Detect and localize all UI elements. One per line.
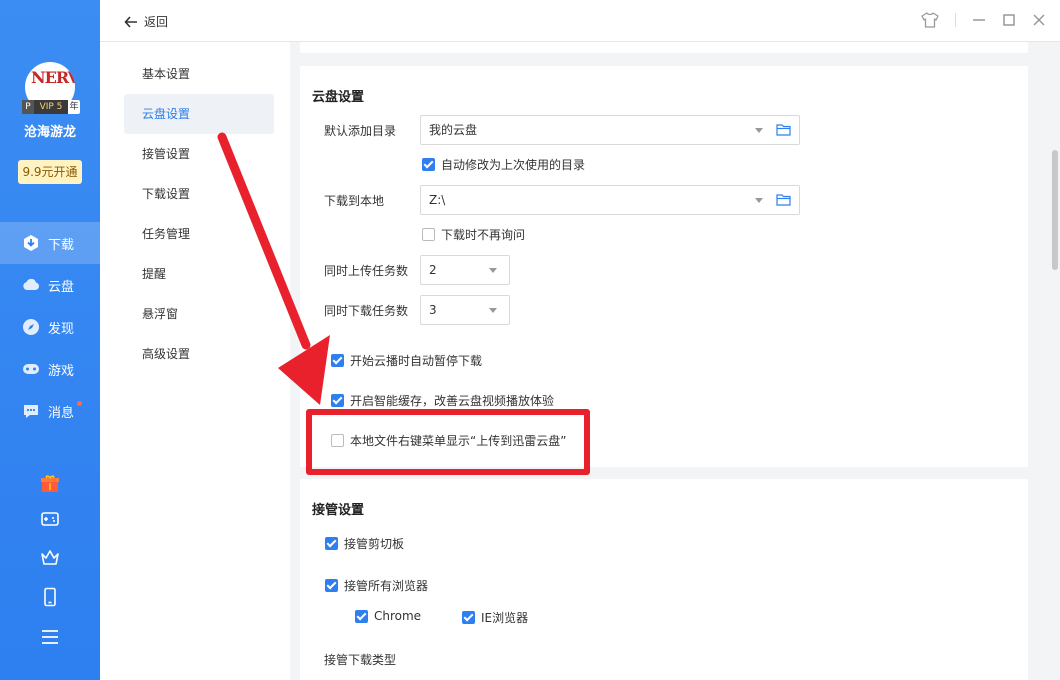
arrow-left-icon	[124, 15, 137, 28]
cloud-section-title: 云盘设置	[312, 90, 365, 105]
download-count-label: 同时下载任务数	[324, 304, 409, 318]
subnav-basic[interactable]: 基本设置	[124, 54, 274, 94]
vip-badge: P VIP 5 年	[22, 100, 80, 114]
minimize-icon[interactable]	[972, 13, 986, 27]
download-icon	[22, 234, 40, 252]
subnav-floating[interactable]: 悬浮窗	[124, 294, 274, 334]
game-controller-icon[interactable]	[40, 509, 60, 529]
smart-cache-checkbox[interactable]: 开启智能缓存，改善云盘视频播放体验	[331, 392, 554, 409]
nav-games[interactable]: 游戏	[0, 348, 100, 390]
previous-card	[300, 42, 1028, 53]
nav-cloud[interactable]: 云盘	[0, 264, 100, 306]
crown-icon[interactable]	[40, 548, 60, 568]
auto-modify-checkbox[interactable]: 自动修改为上次使用的目录	[422, 156, 585, 173]
maximize-icon[interactable]	[1002, 13, 1016, 27]
top-bar: 返回	[100, 0, 1060, 42]
nav-download[interactable]: 下载	[0, 222, 100, 264]
checkbox-checked-icon	[331, 354, 344, 367]
takeover-settings-card: 接管设置 接管剪切板 接管所有浏览器 Chrome IE浏览器 接管下载类型	[300, 479, 1028, 680]
folder-icon[interactable]	[776, 123, 791, 136]
gift-icon[interactable]	[40, 474, 60, 494]
username: 沧海游龙	[23, 125, 76, 140]
chevron-down-icon	[489, 268, 497, 273]
phone-icon[interactable]	[40, 587, 60, 607]
subnav-advanced[interactable]: 高级设置	[124, 334, 274, 374]
cloud-icon	[22, 276, 40, 294]
checkbox-checked-icon	[331, 394, 344, 407]
close-icon[interactable]	[1032, 13, 1046, 27]
unread-dot	[77, 401, 82, 406]
download-types-label: 接管下载类型	[324, 653, 397, 667]
nav-messages[interactable]: 消息	[0, 390, 100, 432]
checkbox-checked-icon	[422, 158, 435, 171]
no-ask-checkbox[interactable]: 下载时不再询问	[422, 226, 525, 243]
clipboard-checkbox[interactable]: 接管剪切板	[325, 535, 404, 552]
checkbox-checked-icon	[325, 579, 338, 592]
menu-icon[interactable]	[40, 627, 60, 647]
all-browsers-checkbox[interactable]: 接管所有浏览器	[325, 577, 428, 594]
gamepad-icon	[22, 360, 40, 378]
checkbox-checked-icon	[355, 609, 368, 623]
default-dir-label: 默认添加目录	[324, 124, 397, 138]
window-controls	[921, 12, 1046, 28]
local-dir-label: 下载到本地	[324, 194, 385, 208]
cloud-settings-card: 云盘设置 默认添加目录 我的云盘 自动修改为上次使用的目录 下载到本地 Z:\ …	[300, 66, 1028, 467]
upload-count-select[interactable]: 2	[420, 255, 510, 285]
chevron-down-icon	[755, 128, 763, 133]
checkbox-checked-icon	[325, 537, 338, 550]
local-dir-select[interactable]: Z:\	[420, 185, 800, 215]
settings-content: 云盘设置 默认添加目录 我的云盘 自动修改为上次使用的目录 下载到本地 Z:\ …	[290, 42, 1060, 680]
ie-checkbox[interactable]: IE浏览器	[462, 609, 528, 626]
buy-vip-button[interactable]: 9.9元开通	[18, 160, 82, 184]
subnav-takeover[interactable]: 接管设置	[124, 134, 274, 174]
chevron-down-icon	[489, 308, 497, 313]
folder-icon[interactable]	[776, 193, 791, 206]
highlight-box	[306, 409, 590, 475]
download-count-select[interactable]: 3	[420, 295, 510, 325]
skin-icon[interactable]	[921, 12, 939, 28]
upload-count-label: 同时上传任务数	[324, 264, 409, 278]
back-button[interactable]: 返回	[124, 13, 168, 30]
chrome-checkbox[interactable]: Chrome	[355, 609, 421, 623]
separator	[955, 13, 956, 27]
subnav-download[interactable]: 下载设置	[124, 174, 274, 214]
subnav-tasks[interactable]: 任务管理	[124, 214, 274, 254]
avatar-logo: NERV	[31, 68, 75, 87]
settings-nav: 基本设置 云盘设置 接管设置 下载设置 任务管理 提醒 悬浮窗 高级设置	[100, 42, 290, 680]
nav-discover[interactable]: 发现	[0, 306, 100, 348]
scrollbar[interactable]	[1052, 150, 1058, 270]
chevron-down-icon	[755, 198, 763, 203]
left-sidebar: NERV P VIP 5 年 沧海游龙 9.9元开通 下载 云盘 发现 游戏 消…	[0, 0, 100, 680]
subnav-reminder[interactable]: 提醒	[124, 254, 274, 294]
checkbox-unchecked-icon	[422, 228, 435, 241]
pause-on-play-checkbox[interactable]: 开始云播时自动暂停下载	[331, 352, 482, 369]
compass-icon	[22, 318, 40, 336]
message-icon	[22, 402, 40, 420]
checkbox-checked-icon	[462, 611, 475, 624]
subnav-cloud[interactable]: 云盘设置	[124, 94, 274, 134]
default-dir-select[interactable]: 我的云盘	[420, 115, 800, 145]
takeover-section-title: 接管设置	[312, 503, 365, 518]
